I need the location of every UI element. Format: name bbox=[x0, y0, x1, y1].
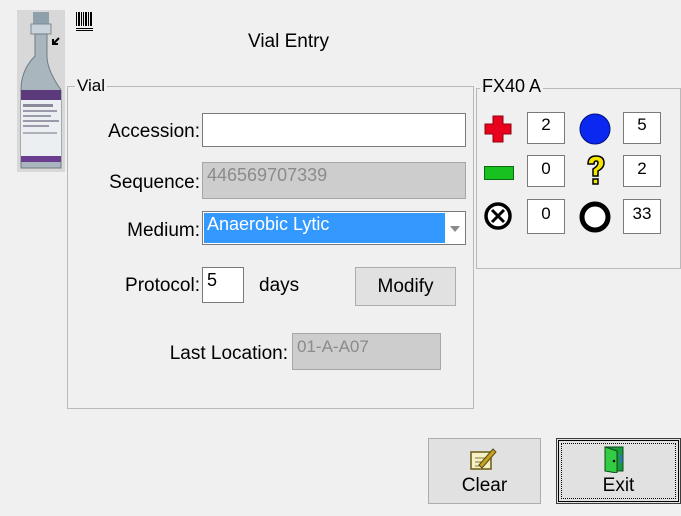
window-title: Vial Entry bbox=[248, 31, 329, 52]
count-empty: 33 bbox=[623, 199, 661, 234]
last-location-label: Last Location: bbox=[169, 343, 288, 364]
red-cross-icon bbox=[483, 114, 513, 149]
medium-selected-value: Anaerobic Lytic bbox=[204, 213, 445, 243]
last-location-field: 01-A-A07 bbox=[292, 333, 441, 370]
protocol-label: Protocol: bbox=[125, 275, 200, 296]
clear-label: Clear bbox=[461, 475, 508, 496]
medium-select[interactable]: Anaerobic Lytic bbox=[202, 211, 466, 245]
medium-label: Medium: bbox=[127, 220, 200, 241]
clear-button[interactable]: Clear bbox=[428, 438, 541, 504]
modify-button[interactable]: Modify bbox=[355, 267, 456, 306]
exit-icon bbox=[601, 445, 627, 479]
blue-circle-icon bbox=[578, 112, 612, 151]
clear-icon bbox=[469, 447, 497, 477]
yellow-question-icon bbox=[583, 153, 609, 192]
sequence-field: 446569707339 bbox=[202, 162, 466, 199]
protocol-days-field[interactable]: 5 bbox=[202, 267, 244, 303]
count-error: 0 bbox=[527, 199, 565, 234]
sequence-label: Sequence: bbox=[109, 172, 200, 193]
accession-field[interactable] bbox=[202, 113, 466, 147]
accession-label: Accession: bbox=[108, 121, 200, 142]
instrument-group-legend: FX40 A bbox=[480, 76, 544, 97]
count-question: 2 bbox=[623, 155, 661, 187]
count-negative: 0 bbox=[527, 155, 565, 187]
protocol-unit-label: days bbox=[259, 275, 300, 296]
exit-button[interactable]: Exit bbox=[556, 438, 681, 504]
vial-image bbox=[17, 10, 65, 172]
count-blue: 5 bbox=[623, 112, 661, 144]
barcode-icon bbox=[76, 12, 93, 34]
chevron-down-icon[interactable] bbox=[445, 213, 464, 243]
open-circle-icon bbox=[578, 200, 612, 239]
vial-group-legend: Vial bbox=[75, 76, 108, 96]
green-rectangle-icon bbox=[484, 166, 514, 185]
count-positive: 2 bbox=[527, 112, 565, 144]
circled-x-icon bbox=[482, 200, 514, 237]
